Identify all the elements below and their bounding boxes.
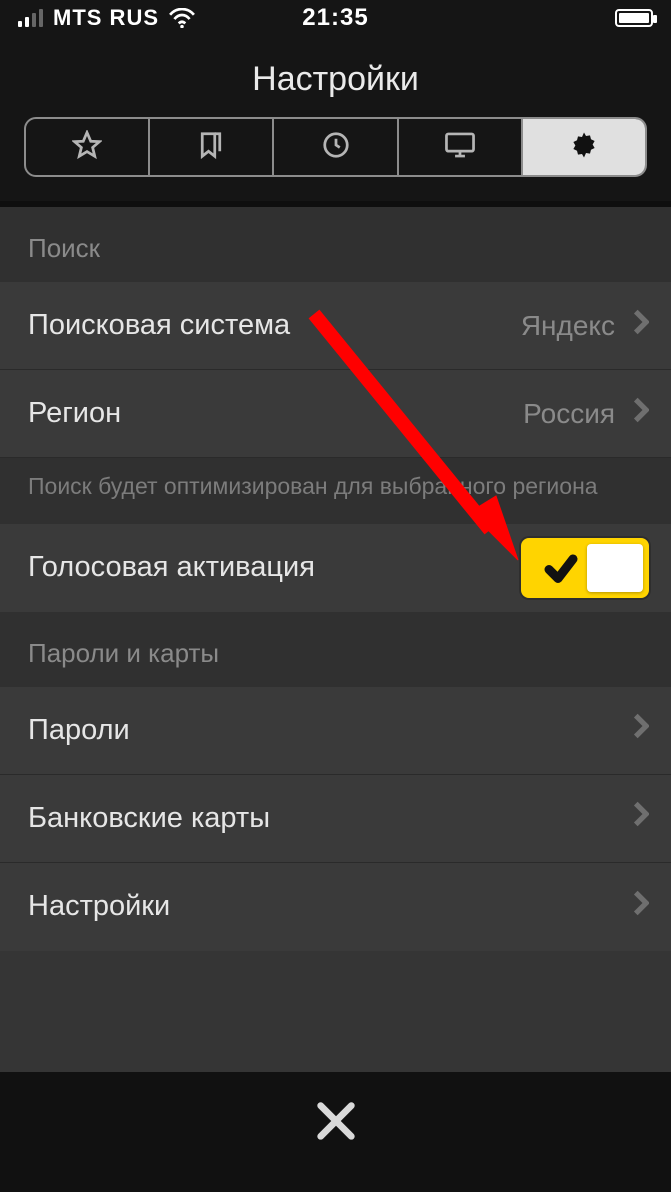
passwords-settings-row[interactable]: Настройки: [0, 863, 671, 951]
history-tab[interactable]: [274, 119, 398, 175]
bank-cards-label: Банковские карты: [28, 802, 270, 835]
search-engine-value: Яндекс: [521, 310, 615, 342]
battery-icon: [615, 9, 653, 27]
region-footnote: Поиск будет оптимизирован для выбранного…: [0, 458, 671, 524]
chevron-right-icon: [633, 801, 649, 835]
search-engine-row[interactable]: Поисковая система Яндекс: [0, 282, 671, 370]
bookmark-icon: [196, 130, 226, 165]
check-icon: [543, 550, 579, 594]
voice-activation-label: Голосовая активация: [28, 551, 315, 584]
clock: 21:35: [0, 4, 671, 32]
chevron-right-icon: [633, 890, 649, 924]
close-button[interactable]: [313, 1098, 359, 1149]
search-engine-label: Поисковая система: [28, 309, 290, 342]
settings-screen: MTS RUS 21:35 Настройки: [0, 0, 671, 1192]
passwords-row[interactable]: Пароли: [0, 687, 671, 775]
chevron-right-icon: [633, 397, 649, 431]
tab-bar-container: [0, 117, 671, 201]
bookmarks-tab[interactable]: [150, 119, 274, 175]
status-bar: MTS RUS 21:35: [0, 0, 671, 36]
tab-bar: [24, 117, 647, 177]
close-icon: [313, 1098, 359, 1144]
passwords-settings-label: Настройки: [28, 890, 170, 923]
settings-tab[interactable]: [523, 119, 645, 175]
chevron-right-icon: [633, 309, 649, 343]
bank-cards-row[interactable]: Банковские карты: [0, 775, 671, 863]
devices-tab[interactable]: [399, 119, 523, 175]
favorites-tab[interactable]: [26, 119, 150, 175]
chevron-right-icon: [633, 713, 649, 747]
voice-activation-row: Голосовая активация: [0, 524, 671, 612]
voice-activation-toggle[interactable]: [521, 538, 649, 598]
gear-icon: [569, 130, 599, 165]
page-header: Настройки: [0, 36, 671, 117]
star-icon: [72, 130, 102, 165]
passwords-section-header: Пароли и карты: [0, 612, 671, 687]
clock-icon: [321, 130, 351, 165]
region-label: Регион: [28, 397, 121, 430]
toggle-knob: [587, 544, 643, 592]
passwords-label: Пароли: [28, 714, 130, 747]
monitor-icon: [444, 131, 476, 164]
close-bar: [0, 1072, 671, 1192]
status-right: [615, 9, 653, 27]
region-row[interactable]: Регион Россия: [0, 370, 671, 458]
region-value: Россия: [523, 398, 615, 430]
page-title: Настройки: [0, 60, 671, 99]
search-section-header: Поиск: [0, 207, 671, 282]
